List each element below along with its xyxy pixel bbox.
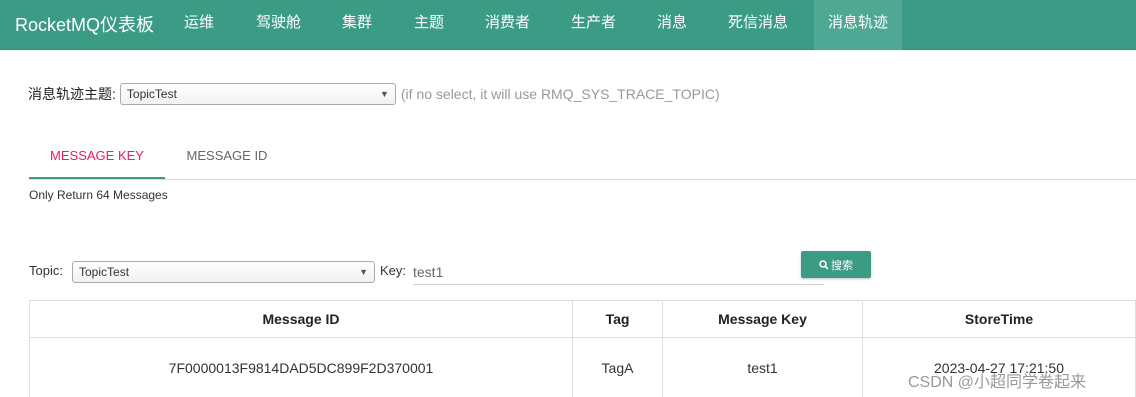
watermark: CSDN @小超同学卷起来	[908, 374, 1087, 391]
nav-item-message-trace[interactable]: 消息轨迹	[814, 0, 902, 50]
nav-item-topic[interactable]: 主题	[400, 0, 458, 50]
brand-logo[interactable]: RocketMQ仪表板	[15, 11, 154, 37]
cell-tag: TagA	[572, 337, 663, 397]
search-mode-tabs: MESSAGE KEY MESSAGE ID	[29, 132, 1136, 180]
column-header-tag: Tag	[572, 300, 663, 338]
top-navbar: RocketMQ仪表板 运维 驾驶舱 集群 主题 消费者 生产者 消息 死信消息…	[0, 0, 1136, 50]
nav-item-producer[interactable]: 生产者	[557, 0, 630, 50]
nav-item-dashboard[interactable]: 驾驶舱	[242, 0, 315, 50]
search-icon	[819, 259, 829, 270]
nav-item-dlq-message[interactable]: 死信消息	[714, 0, 802, 50]
table-header-row: Message ID Tag Message Key StoreTime	[29, 300, 1136, 338]
tab-message-id[interactable]: MESSAGE ID	[171, 132, 283, 179]
trace-topic-label: 消息轨迹主题:	[28, 86, 116, 102]
cell-message-key: test1	[662, 337, 863, 397]
nav-item-consumer[interactable]: 消费者	[471, 0, 544, 50]
nav-item-message[interactable]: 消息	[643, 0, 701, 50]
cell-message-id: 7F0000013F9814DAD5DC899F2D370001	[29, 337, 573, 397]
topic-select[interactable]: TopicTest ▼	[72, 261, 375, 283]
column-header-message-id: Message ID	[29, 300, 573, 338]
tab-message-key[interactable]: MESSAGE KEY	[29, 132, 165, 179]
nav-item-ops[interactable]: 运维	[170, 0, 228, 50]
column-header-store-time: StoreTime	[862, 300, 1136, 338]
key-input[interactable]	[413, 259, 824, 285]
chevron-down-icon: ▼	[379, 89, 389, 99]
nav-item-cluster[interactable]: 集群	[328, 0, 386, 50]
topic-selected: TopicTest	[79, 265, 130, 279]
trace-topic-row: 消息轨迹主题: TopicTest ▼ (if no select, it wi…	[28, 83, 720, 105]
search-button-label: 搜索	[831, 259, 853, 272]
trace-topic-hint: (if no select, it will use RMQ_SYS_TRACE…	[400, 86, 720, 102]
topic-label: Topic:	[29, 263, 63, 278]
key-label: Key:	[380, 263, 407, 278]
trace-topic-selected: TopicTest	[126, 87, 177, 101]
result-info-text: Only Return 64 Messages	[29, 188, 168, 202]
chevron-down-icon: ▼	[359, 267, 368, 277]
search-button[interactable]: 搜索	[801, 251, 871, 278]
column-header-message-key: Message Key	[662, 300, 863, 338]
trace-topic-select[interactable]: TopicTest ▼	[119, 83, 396, 105]
